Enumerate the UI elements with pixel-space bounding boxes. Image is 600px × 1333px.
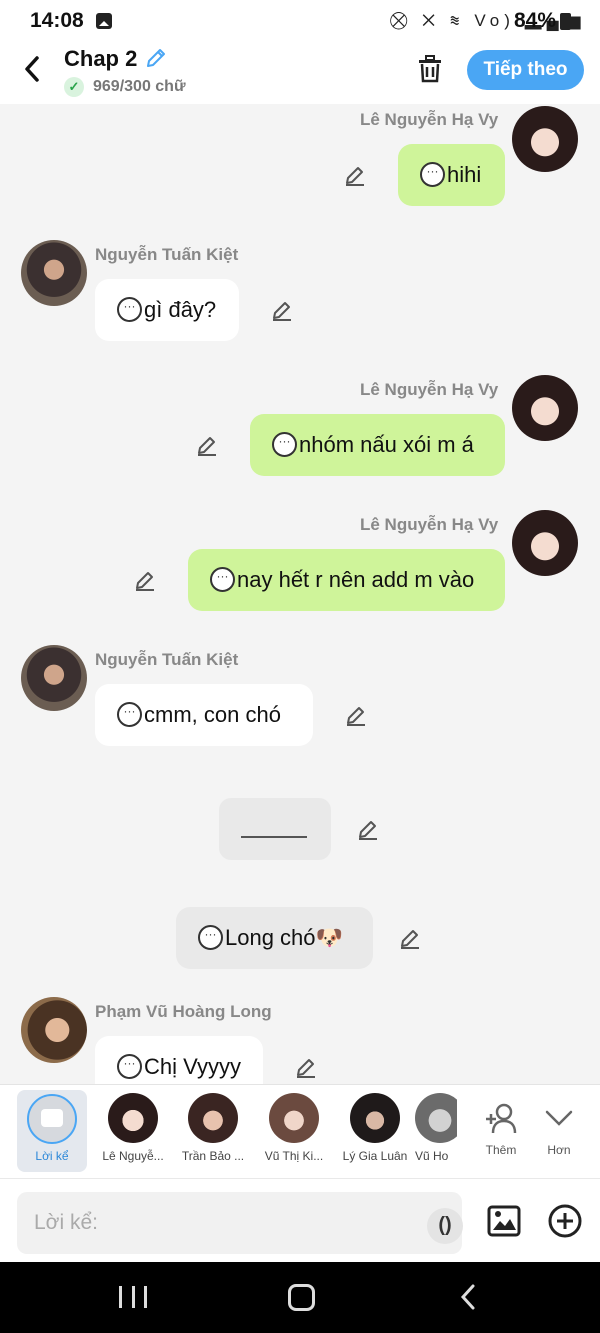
narration-input[interactable]: Lời kể: () [17, 1192, 463, 1254]
page-title: Chap 2 [64, 46, 138, 71]
status-time: 14:08 [30, 9, 84, 32]
avatar[interactable] [512, 106, 578, 172]
message-sender: Lê Nguyễn Hạ Vy [360, 110, 499, 129]
edit-message-icon[interactable] [344, 703, 368, 727]
avatar[interactable] [21, 240, 87, 306]
message-bubble[interactable]: ··· nhóm nấu xói m á [250, 414, 505, 476]
message-sender: Nguyễn Tuấn Kiệt [95, 650, 239, 669]
more-tabs-button[interactable]: Hơn [521, 1093, 597, 1173]
parenthesis-button[interactable]: () [427, 1208, 463, 1244]
status-bar: 14:08 ⛒ ✕ ≋ Vo) ▂▄▆ 84% [0, 0, 600, 42]
avatar [350, 1093, 400, 1143]
tab-character[interactable]: Lý Gia Luân [337, 1093, 413, 1173]
message-bubble[interactable]: ··· nay hết r nên add m vào [188, 549, 505, 611]
message-sender: Phạm Vũ Hoàng Long [95, 1002, 272, 1021]
back-nav-icon[interactable] [458, 1282, 478, 1312]
message-bubble[interactable]: ··· cmm, con chó [95, 684, 313, 746]
image-icon[interactable] [486, 1203, 522, 1239]
message-bubble[interactable]: ··· hihi [398, 144, 505, 206]
gallery-notification-icon [96, 13, 112, 29]
character-tabs: Lời kể Lê Nguyễ... Trần Bảo ... Vũ Thị K… [0, 1084, 600, 1178]
system-nav-bar [0, 1262, 600, 1333]
screen: 14:08 ⛒ ✕ ≋ Vo) ▂▄▆ 84% Chap 2 ✓ 969/300… [0, 0, 600, 1333]
battery-icon [560, 13, 571, 30]
next-button[interactable]: Tiếp theo [467, 50, 584, 90]
narration-blank-bubble[interactable] [219, 798, 331, 860]
tab-character[interactable]: Lê Nguyễ... [95, 1093, 171, 1173]
avatar [269, 1093, 319, 1143]
network-icons: ⛒ ✕ ≋ Vo) ▂▄▆ [390, 11, 586, 30]
home-icon[interactable] [288, 1284, 315, 1311]
back-icon[interactable] [20, 54, 46, 84]
word-count-row: ✓ 969/300 chữ [64, 76, 186, 98]
tab-character[interactable]: Vũ Ho [415, 1093, 457, 1173]
input-bar: Lời kể: () [0, 1178, 600, 1262]
more-dots-icon: ··· [272, 431, 297, 457]
chat-area[interactable]: Lê Nguyễn Hạ Vy ··· hihi Nguyễn Tuấn Kiệt… [0, 104, 600, 1084]
chevron-down-icon [542, 1101, 576, 1135]
avatar[interactable] [21, 645, 87, 711]
edit-message-icon[interactable] [356, 817, 380, 841]
input-placeholder: Lời kể: [34, 1211, 98, 1234]
more-dots-icon: ··· [117, 701, 142, 727]
more-dots-icon: ··· [420, 161, 445, 187]
avatar [108, 1093, 158, 1143]
message-sender: Lê Nguyễn Hạ Vy [360, 380, 499, 399]
edit-title-icon[interactable] [144, 46, 168, 70]
avatar[interactable] [512, 375, 578, 441]
tab-character[interactable]: Trần Bảo ... [175, 1093, 251, 1173]
edit-message-icon[interactable] [270, 298, 294, 322]
add-person-icon [484, 1101, 518, 1135]
avatar [188, 1093, 238, 1143]
more-dots-icon: ··· [117, 1053, 142, 1079]
edit-message-icon[interactable] [398, 926, 422, 950]
narration-bubble[interactable]: ··· Long chó🐶 [176, 907, 373, 969]
narration-icon [27, 1094, 77, 1144]
edit-message-icon[interactable] [294, 1055, 318, 1079]
more-dots-icon: ··· [117, 296, 142, 322]
message-sender: Nguyễn Tuấn Kiệt [95, 245, 239, 264]
message-bubble[interactable]: ··· gì đây? [95, 279, 239, 341]
tab-narration[interactable]: Lời kể [17, 1090, 87, 1172]
avatar [415, 1093, 457, 1143]
word-count: 969/300 chữ [93, 78, 186, 95]
message-bubble[interactable]: ··· Chị Vyyyy [95, 1036, 263, 1084]
edit-message-icon[interactable] [195, 433, 219, 457]
more-dots-icon: ··· [198, 924, 223, 950]
add-icon[interactable] [547, 1203, 583, 1239]
battery-percent: 84% [514, 9, 557, 32]
edit-message-icon[interactable] [133, 568, 157, 592]
more-dots-icon: ··· [210, 566, 235, 592]
tab-character[interactable]: Vũ Thị Ki... [256, 1093, 332, 1173]
recent-apps-icon[interactable] [119, 1286, 147, 1308]
blank-line [241, 836, 307, 838]
trash-icon[interactable] [416, 54, 444, 84]
avatar[interactable] [21, 997, 87, 1063]
check-icon: ✓ [64, 77, 84, 97]
edit-message-icon[interactable] [343, 163, 367, 187]
app-header: Chap 2 ✓ 969/300 chữ Tiếp theo [0, 42, 600, 104]
avatar[interactable] [512, 510, 578, 576]
message-sender: Lê Nguyễn Hạ Vy [360, 515, 499, 534]
